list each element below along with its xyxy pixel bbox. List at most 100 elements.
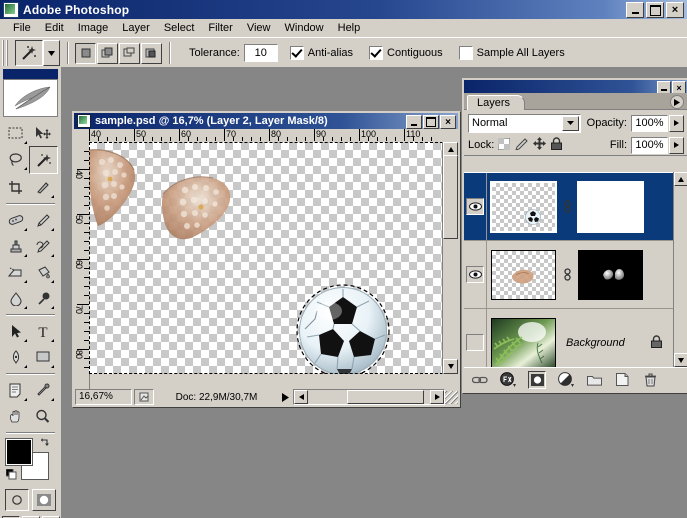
tool-preset-dropdown[interactable] xyxy=(43,40,60,66)
document-minimize-button[interactable] xyxy=(406,115,422,129)
move-tool[interactable] xyxy=(29,120,56,146)
new-page-icon[interactable] xyxy=(614,372,630,388)
canvas-area[interactable] xyxy=(89,142,443,374)
dodge-tool[interactable] xyxy=(29,285,56,311)
new-selection-button[interactable] xyxy=(75,42,96,64)
zoom-level-input[interactable]: 16,67% xyxy=(75,389,132,405)
slice-tool[interactable] xyxy=(29,174,56,200)
type-tool[interactable]: T xyxy=(29,318,56,344)
fx-circle-icon[interactable] xyxy=(500,372,516,388)
toolbox-drag-bar[interactable] xyxy=(3,69,58,79)
opacity-slider-arrow-icon[interactable] xyxy=(669,114,684,132)
standard-mode-icon[interactable] xyxy=(5,489,29,511)
status-menu-arrow-icon[interactable] xyxy=(279,391,291,403)
menu-filter[interactable]: Filter xyxy=(201,20,239,36)
eye-icon[interactable] xyxy=(466,198,484,215)
opacity-input[interactable]: 100% xyxy=(631,114,668,132)
minimize-button[interactable] xyxy=(626,2,644,18)
preview-thumb-icon[interactable] xyxy=(134,389,154,405)
tolerance-input[interactable]: 10 xyxy=(243,44,278,62)
default-colors-icon[interactable] xyxy=(5,468,17,480)
zoom-tool[interactable] xyxy=(29,403,56,429)
swap-colors-icon[interactable] xyxy=(39,437,51,452)
layer-mask-thumbnail[interactable] xyxy=(578,249,643,300)
table-row[interactable] xyxy=(464,241,687,309)
blend-mode-select[interactable]: Normal xyxy=(468,113,581,133)
lock-all-icon[interactable] xyxy=(551,137,563,153)
lock-image-pixels-icon[interactable] xyxy=(515,137,529,153)
document-horizontal-scrollbar[interactable] xyxy=(293,389,445,405)
maximize-button[interactable] xyxy=(646,2,664,18)
palette-scroll-down-button[interactable] xyxy=(674,353,687,367)
crop-tool[interactable] xyxy=(2,174,29,200)
document-vertical-scrollbar[interactable] xyxy=(442,142,458,374)
menu-edit[interactable]: Edit xyxy=(38,20,71,36)
contiguous-group[interactable]: Contiguous xyxy=(369,46,447,60)
magic-wand-icon[interactable] xyxy=(15,40,43,66)
pen-tool[interactable] xyxy=(2,344,29,370)
chevron-down-icon[interactable] xyxy=(561,115,579,131)
mask-circle-icon[interactable] xyxy=(528,370,546,389)
lasso-tool[interactable] xyxy=(2,146,29,172)
scroll-right-button[interactable] xyxy=(430,390,444,404)
subtract-from-selection-button[interactable] xyxy=(119,42,140,64)
palette-scroll-up-button[interactable] xyxy=(674,172,687,186)
menu-image[interactable]: Image xyxy=(71,20,116,36)
layer-name[interactable]: Background xyxy=(566,337,625,349)
scroll-left-button[interactable] xyxy=(294,390,308,404)
eye-icon[interactable] xyxy=(466,266,484,283)
layers-palette-scrollbar[interactable] xyxy=(673,172,687,367)
layer-visibility-cell[interactable] xyxy=(464,309,487,367)
chain-link-icon[interactable] xyxy=(472,372,488,388)
close-button[interactable]: × xyxy=(666,2,684,18)
document-resize-grip[interactable] xyxy=(445,390,458,404)
intersect-selection-button[interactable] xyxy=(141,42,162,64)
sample-all-layers-group[interactable]: Sample All Layers xyxy=(458,46,569,60)
layer-thumbnail[interactable] xyxy=(491,249,556,300)
table-row[interactable]: Background xyxy=(464,309,687,367)
lock-transparent-pixels-icon[interactable] xyxy=(497,137,511,153)
add-to-selection-button[interactable] xyxy=(97,42,118,64)
menu-help[interactable]: Help xyxy=(331,20,368,36)
layer-visibility-cell[interactable] xyxy=(464,173,487,240)
layer-mask-thumbnail[interactable] xyxy=(577,180,644,233)
menu-layer[interactable]: Layer xyxy=(115,20,157,36)
palette-title-bar[interactable]: × xyxy=(464,80,687,94)
hand-tool[interactable] xyxy=(2,403,29,429)
contiguous-checkbox[interactable] xyxy=(369,46,384,60)
trash-icon[interactable] xyxy=(642,372,658,388)
link-icon[interactable] xyxy=(560,267,574,282)
layer-thumbnail[interactable] xyxy=(491,317,556,367)
options-bar-grip[interactable] xyxy=(2,40,9,66)
notes-tool[interactable] xyxy=(2,377,29,403)
paint-bucket-tool[interactable] xyxy=(29,259,56,285)
vertical-scroll-thumb[interactable] xyxy=(443,155,458,239)
menu-window[interactable]: Window xyxy=(278,20,331,36)
layer-visibility-cell[interactable] xyxy=(464,241,487,308)
eraser-tool[interactable] xyxy=(2,259,29,285)
scroll-down-button[interactable] xyxy=(443,359,458,374)
link-icon[interactable] xyxy=(560,199,574,214)
fill-input[interactable]: 100% xyxy=(631,136,668,154)
brush-tool[interactable] xyxy=(29,207,56,233)
path-selection-tool[interactable] xyxy=(2,318,29,344)
fill-slider-arrow-icon[interactable] xyxy=(669,136,684,154)
sample-all-layers-checkbox[interactable] xyxy=(458,46,473,60)
folder-icon[interactable] xyxy=(586,372,602,388)
layer-thumbnail[interactable] xyxy=(490,180,557,233)
half-circle-icon[interactable] xyxy=(558,372,574,388)
table-row[interactable] xyxy=(464,173,687,241)
clone-stamp-tool[interactable] xyxy=(2,233,29,259)
eyedropper-tool[interactable] xyxy=(29,377,56,403)
document-maximize-button[interactable] xyxy=(423,115,439,129)
menu-select[interactable]: Select xyxy=(157,20,202,36)
quick-mask-icon[interactable] xyxy=(32,489,56,511)
menu-file[interactable]: File xyxy=(6,20,38,36)
foreground-color-swatch[interactable] xyxy=(5,438,33,466)
antialias-checkbox[interactable] xyxy=(289,46,304,60)
marquee-tool[interactable] xyxy=(2,120,29,146)
lock-position-icon[interactable] xyxy=(533,137,547,153)
magic-wand-tool[interactable] xyxy=(29,146,58,174)
palette-menu-icon[interactable] xyxy=(670,95,684,109)
horizontal-scroll-thumb[interactable] xyxy=(347,390,424,404)
